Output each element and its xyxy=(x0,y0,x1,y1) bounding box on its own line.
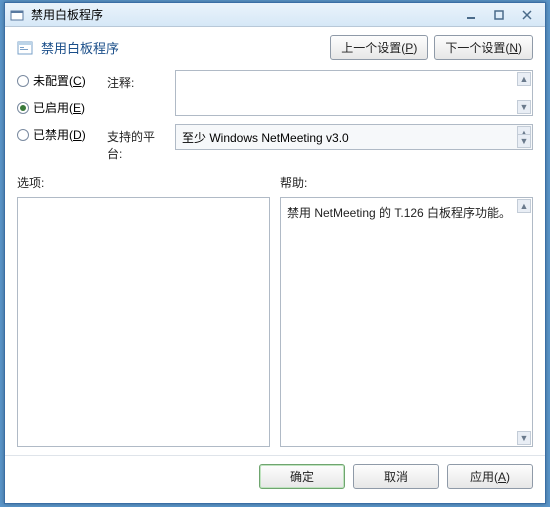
pane-labels: 选项: 帮助: xyxy=(5,166,545,195)
dialog-footer: 确定 取消 应用(A) xyxy=(5,455,545,499)
help-label: 帮助: xyxy=(280,174,533,191)
ok-button[interactable]: 确定 xyxy=(259,464,345,489)
dialog-window: 禁用白板程序 禁用白板程序 上一个设置(P) 下一个设置(N) 未配置(C) 已… xyxy=(4,2,546,504)
scroll-down-icon[interactable]: ▼ xyxy=(517,431,531,445)
next-setting-button[interactable]: 下一个设置(N) xyxy=(434,35,533,60)
radio-icon xyxy=(17,129,29,141)
comment-row: 注释: ▲ ▼ xyxy=(107,70,533,116)
window-title: 禁用白板程序 xyxy=(31,6,457,23)
cancel-button[interactable]: 取消 xyxy=(353,464,439,489)
options-label: 选项: xyxy=(17,174,270,191)
comment-label: 注释: xyxy=(107,70,167,116)
scroll-down-icon[interactable]: ▼ xyxy=(517,134,531,148)
platform-value: 至少 Windows NetMeeting v3.0 ▲ ▼ xyxy=(175,124,533,150)
fields-column: 注释: ▲ ▼ 支持的平台: 至少 Windows NetMeeting v3.… xyxy=(107,70,533,162)
platform-row: 支持的平台: 至少 Windows NetMeeting v3.0 ▲ ▼ xyxy=(107,124,533,162)
panes-row: 禁用 NetMeeting 的 T.126 白板程序功能。 ▲ ▼ xyxy=(5,195,545,455)
apply-button[interactable]: 应用(A) xyxy=(447,464,533,489)
titlebar: 禁用白板程序 xyxy=(5,3,545,27)
help-text: 禁用 NetMeeting 的 T.126 白板程序功能。 xyxy=(287,204,526,221)
scroll-down-icon[interactable]: ▼ xyxy=(517,100,531,114)
radio-enabled[interactable]: 已启用(E) xyxy=(17,99,97,116)
header-row: 禁用白板程序 上一个设置(P) 下一个设置(N) xyxy=(5,27,545,64)
page-title: 禁用白板程序 xyxy=(41,38,119,57)
policy-icon xyxy=(17,40,33,56)
radio-icon xyxy=(17,102,29,114)
help-pane: 禁用 NetMeeting 的 T.126 白板程序功能。 ▲ ▼ xyxy=(280,197,533,447)
comment-input[interactable]: ▲ ▼ xyxy=(175,70,533,116)
scroll-up-icon[interactable]: ▲ xyxy=(517,72,531,86)
close-button[interactable] xyxy=(513,6,541,24)
prev-setting-button[interactable]: 上一个设置(P) xyxy=(330,35,428,60)
minimize-button[interactable] xyxy=(457,6,485,24)
radio-not-configured[interactable]: 未配置(C) xyxy=(17,72,97,89)
nav-buttons: 上一个设置(P) 下一个设置(N) xyxy=(330,35,533,60)
radio-disabled[interactable]: 已禁用(D) xyxy=(17,126,97,143)
state-radio-group: 未配置(C) 已启用(E) 已禁用(D) xyxy=(17,70,97,162)
maximize-button[interactable] xyxy=(485,6,513,24)
app-icon xyxy=(9,7,25,23)
platform-label: 支持的平台: xyxy=(107,124,167,162)
settings-body: 未配置(C) 已启用(E) 已禁用(D) 注释: ▲ ▼ 支持的平台 xyxy=(5,64,545,166)
scroll-up-icon[interactable]: ▲ xyxy=(517,199,531,213)
radio-icon xyxy=(17,75,29,87)
window-controls xyxy=(457,6,541,24)
options-pane xyxy=(17,197,270,447)
